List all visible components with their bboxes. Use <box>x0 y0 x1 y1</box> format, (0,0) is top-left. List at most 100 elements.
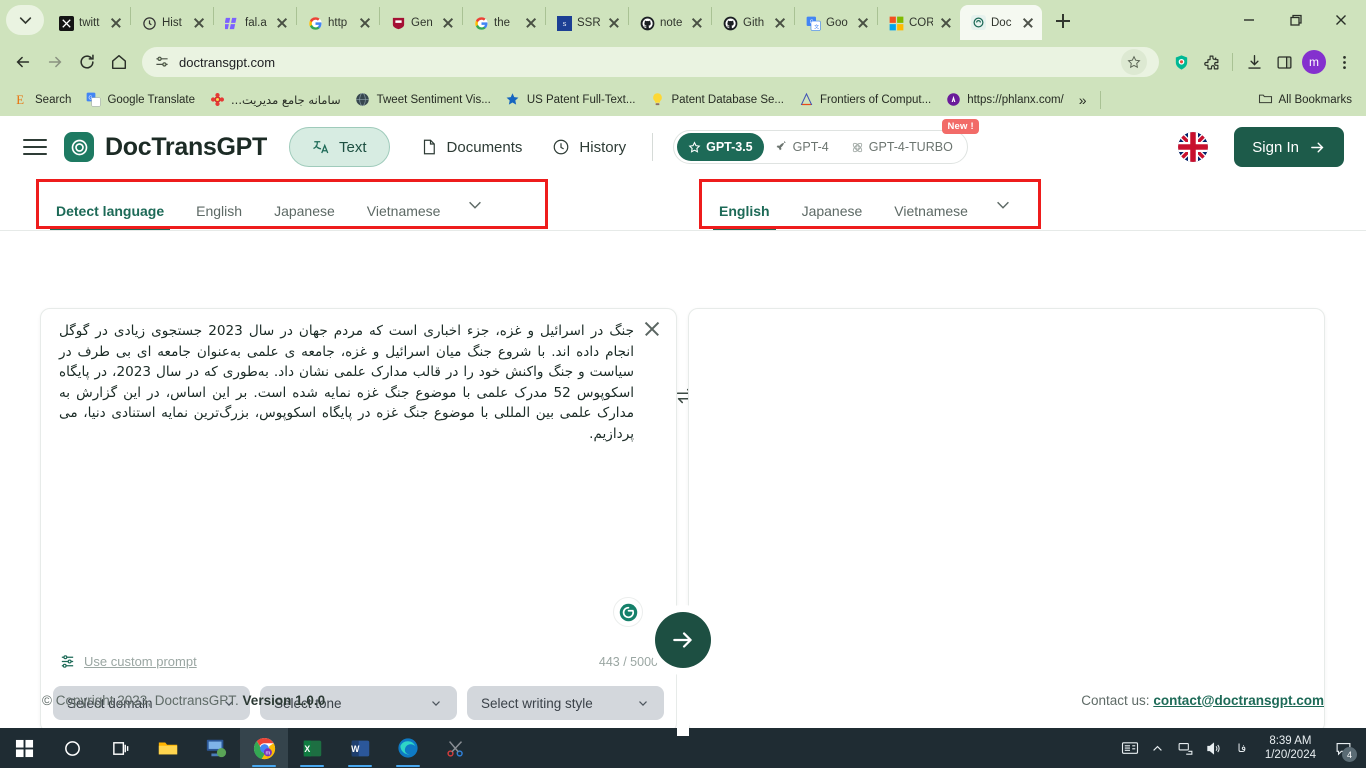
extensions-puzzle-icon[interactable] <box>1197 48 1225 76</box>
all-bookmarks-button[interactable]: All Bookmarks <box>1250 88 1361 112</box>
tab-ssrn[interactable]: S SSR <box>546 6 628 40</box>
close-icon[interactable] <box>274 15 290 31</box>
close-icon[interactable] <box>689 15 705 31</box>
close-icon[interactable] <box>855 15 871 31</box>
remote-desktop-button[interactable] <box>192 728 240 768</box>
tab-cor-microsoft[interactable]: COR <box>878 6 960 40</box>
close-icon[interactable] <box>1020 15 1036 31</box>
tab-google-http[interactable]: http <box>297 6 379 40</box>
source-language-dropdown[interactable] <box>456 196 494 230</box>
side-panel-icon[interactable] <box>1270 48 1298 76</box>
model-gpt4turbo-button[interactable]: GPT-4-TURBO <box>840 133 964 161</box>
show-hidden-icons-chevron[interactable] <box>1145 728 1171 768</box>
profile-avatar[interactable]: m <box>1300 48 1328 76</box>
target-tab-vietnamese[interactable]: Vietnamese <box>878 203 984 230</box>
bookmarks-overflow-button[interactable]: » <box>1071 90 1095 110</box>
volume-icon[interactable] <box>1201 728 1227 768</box>
extension-shield-icon[interactable] <box>1167 48 1195 76</box>
tab-label: Gen <box>411 17 433 29</box>
target-tab-japanese[interactable]: Japanese <box>786 203 879 230</box>
go-button-connector <box>677 668 689 736</box>
task-view-button[interactable] <box>96 728 144 768</box>
home-button[interactable] <box>104 47 134 77</box>
file-explorer-button[interactable] <box>144 728 192 768</box>
use-custom-prompt-button[interactable]: Use custom prompt <box>59 653 197 670</box>
bookmark-samaneh[interactable]: سامانه جامع مدیریت... <box>202 89 348 111</box>
new-tab-button[interactable] <box>1048 6 1078 36</box>
source-textarea[interactable]: جنگ در اسرائیل و غزه، جزء اخباری است که … <box>59 321 634 444</box>
target-language-dropdown[interactable] <box>984 196 1022 230</box>
close-icon[interactable] <box>191 15 207 31</box>
translate-button[interactable] <box>655 612 711 668</box>
downloads-icon[interactable] <box>1240 48 1268 76</box>
clear-text-icon[interactable] <box>642 319 662 339</box>
search-button[interactable] <box>48 728 96 768</box>
language-indicator[interactable]: فا <box>1229 728 1255 768</box>
nav-documents-tab[interactable]: Documents <box>420 138 522 156</box>
tab-fal-ai[interactable]: fal.a <box>214 6 296 40</box>
source-tab-detect[interactable]: Detect language <box>40 203 180 230</box>
tab-github[interactable]: Gith <box>712 6 794 40</box>
avatar: m <box>1302 50 1326 74</box>
start-button[interactable] <box>0 728 48 768</box>
source-text-panel[interactable]: جنگ در اسرائیل و غزه، جزء اخباری است که … <box>40 308 677 733</box>
snipping-tool-button[interactable] <box>432 728 480 768</box>
network-icon[interactable] <box>1173 728 1199 768</box>
address-bar[interactable]: doctransgpt.com <box>142 47 1159 77</box>
nav-text-tab[interactable]: Text <box>289 127 390 167</box>
target-text-panel[interactable] <box>688 308 1325 733</box>
close-window-button[interactable] <box>1318 3 1364 37</box>
sign-in-button[interactable]: Sign In <box>1234 127 1344 167</box>
bookmark-google-translate[interactable]: G Google Translate <box>78 89 202 111</box>
tab-google-the[interactable]: the <box>463 6 545 40</box>
tab-notebook[interactable]: note <box>629 6 711 40</box>
grammarly-icon[interactable] <box>613 597 643 627</box>
news-widget-icon[interactable] <box>1117 728 1143 768</box>
close-icon[interactable] <box>357 15 373 31</box>
excel-icon: X <box>303 740 321 756</box>
bookmark-frontiers[interactable]: Frontiers of Comput... <box>791 89 938 111</box>
word-button[interactable]: W <box>336 728 384 768</box>
close-icon[interactable] <box>523 15 539 31</box>
nav-text-label: Text <box>339 138 367 156</box>
tab-search-button[interactable] <box>6 5 44 35</box>
bookmark-tweet-sentiment[interactable]: Tweet Sentiment Vis... <box>348 89 498 111</box>
source-tab-japanese[interactable]: Japanese <box>258 203 351 230</box>
tab-twitter[interactable]: twitt <box>48 6 130 40</box>
close-icon[interactable] <box>108 15 124 31</box>
minimize-button[interactable] <box>1226 3 1272 37</box>
bookmark-us-patent[interactable]: US Patent Full-Text... <box>498 89 643 111</box>
tab-google-translate[interactable]: G文 Goo <box>795 6 877 40</box>
chrome-menu-icon[interactable] <box>1330 48 1358 76</box>
bookmark-phlanx[interactable]: https://phlanx.com/ <box>938 89 1071 111</box>
maximize-button[interactable] <box>1272 3 1318 37</box>
bookmark-search[interactable]: E Search <box>6 89 78 111</box>
clock[interactable]: 8:39 AM 1/20/2024 <box>1257 734 1324 762</box>
close-icon[interactable] <box>772 15 788 31</box>
model-gpt4-button[interactable]: GPT-4 <box>764 133 840 161</box>
excel-button[interactable]: X <box>288 728 336 768</box>
source-tab-vietnamese[interactable]: Vietnamese <box>351 203 457 230</box>
edge-button[interactable] <box>384 728 432 768</box>
chrome-button[interactable]: m <box>240 728 288 768</box>
close-icon[interactable] <box>440 15 456 31</box>
notifications-button[interactable]: 4 <box>1326 728 1360 768</box>
uk-flag-icon[interactable] <box>1178 132 1209 162</box>
target-tab-english[interactable]: English <box>703 203 786 230</box>
model-gpt35-button[interactable]: GPT-3.5 <box>677 133 764 161</box>
back-button[interactable] <box>8 47 38 77</box>
forward-button[interactable] <box>40 47 70 77</box>
reload-button[interactable] <box>72 47 102 77</box>
bookmark-star-icon[interactable] <box>1121 49 1147 75</box>
tab-history[interactable]: Hist <box>131 6 213 40</box>
tab-doctransgpt[interactable]: Doc <box>960 5 1042 40</box>
close-icon[interactable] <box>606 15 622 31</box>
nav-history-tab[interactable]: History <box>552 138 626 156</box>
tab-gen-harvard[interactable]: Gen <box>380 6 462 40</box>
menu-hamburger-icon[interactable] <box>18 130 52 164</box>
site-settings-icon <box>156 56 168 67</box>
close-icon[interactable] <box>938 15 954 31</box>
bookmark-patent-database[interactable]: Patent Database Se... <box>642 89 791 111</box>
contact-email-link[interactable]: contact@doctransgpt.com <box>1153 693 1324 708</box>
source-tab-english[interactable]: English <box>180 203 258 230</box>
